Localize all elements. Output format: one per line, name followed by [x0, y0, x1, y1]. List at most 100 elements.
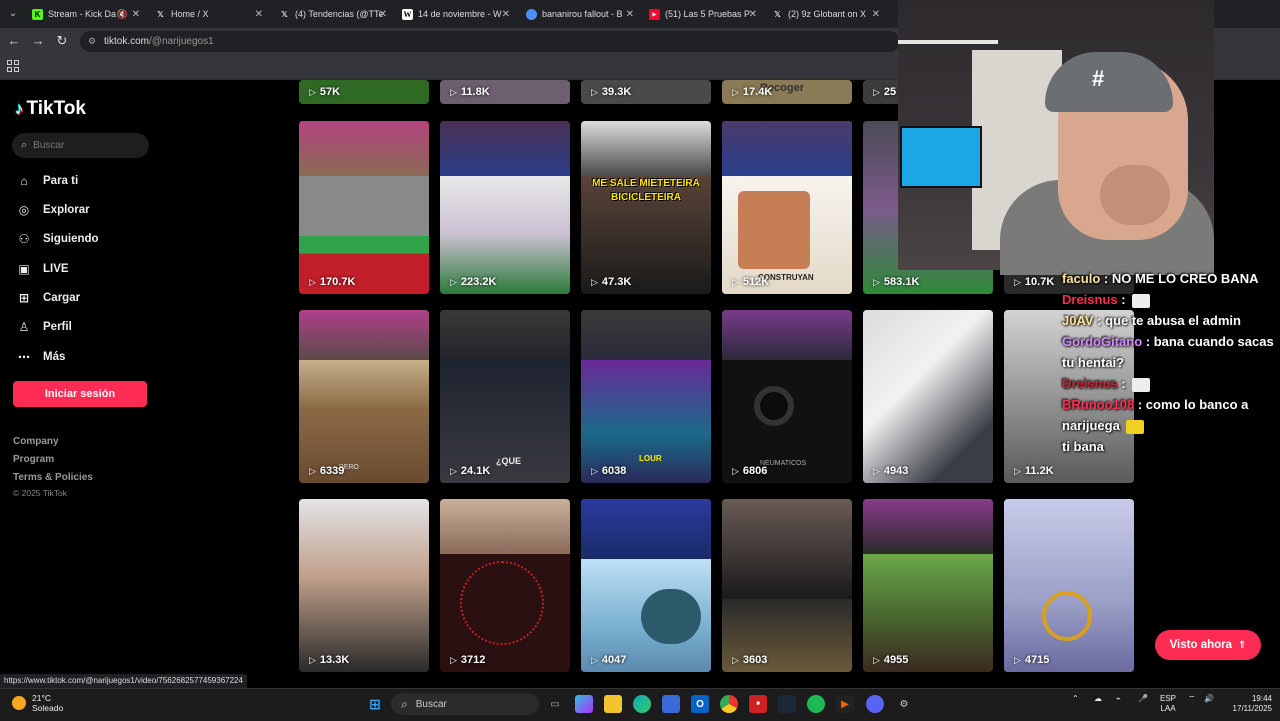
address-bar[interactable]: ⚙ tiktok.com/@narijuegos1	[80, 31, 900, 52]
close-tab-icon[interactable]: ✕	[502, 9, 510, 20]
browser-tab[interactable]: 𝕏 Home / X ✕	[155, 3, 265, 25]
nav-item-explorar[interactable]: ◎ Explorar	[16, 199, 90, 221]
chat-message: Dreisnus :	[1062, 373, 1280, 394]
video-card[interactable]: ▷ 39.3K	[581, 80, 711, 104]
profile-icon: ♙	[18, 320, 30, 334]
video-card[interactable]: ▷ 4955	[863, 499, 993, 672]
close-tab-icon[interactable]: ✕	[379, 9, 387, 20]
video-card[interactable]: ▷ 13.3K	[299, 499, 429, 672]
language-indicator[interactable]: ESP LAA	[1160, 694, 1176, 714]
outlook-icon[interactable]: O	[691, 695, 709, 713]
chat-username: Dreisnus	[1062, 376, 1118, 391]
video-thumbnail	[299, 121, 429, 176]
onedrive-icon[interactable]: ⌁	[1116, 694, 1121, 704]
video-card[interactable]: ¿QUE ▷ 24.1K	[440, 310, 570, 483]
file-explorer-icon[interactable]	[604, 695, 622, 713]
chrome-icon[interactable]	[720, 695, 738, 713]
tab-label: Home / X	[171, 9, 209, 19]
browser-tab[interactable]: K Stream - Kick Da 🔇 ✕	[32, 3, 142, 25]
spotify-icon[interactable]	[807, 695, 825, 713]
nav-item-siguiendo[interactable]: ⚇ Siguiendo	[16, 228, 99, 250]
apps-grid-icon[interactable]	[7, 60, 19, 72]
nav-item-mas[interactable]: ⋯ Más	[16, 346, 65, 368]
tab-search-chevron-icon[interactable]: ⌄	[5, 6, 21, 22]
browser-tab[interactable]: 𝕏 (2) 9z Globant on X ✕	[772, 3, 882, 25]
discord-icon[interactable]	[866, 695, 884, 713]
taskbar-search[interactable]: ⌕ Buscar	[391, 693, 539, 715]
date: 17/11/2025	[1232, 704, 1272, 713]
close-tab-icon[interactable]: ✕	[132, 9, 140, 20]
video-card[interactable]: Recoger ▷ 17.4K	[722, 80, 852, 104]
tray-chevron-icon[interactable]: ⌃	[1072, 694, 1079, 704]
search-input[interactable]: ⌕ Buscar	[12, 133, 149, 158]
nav-item-live[interactable]: ▣ LIVE	[16, 258, 68, 280]
play-icon: ▷	[591, 276, 598, 287]
browser-tab[interactable]: ▶ (51) Las 5 Pruebas P ✕	[649, 3, 759, 25]
back-icon[interactable]: ←	[6, 33, 22, 49]
copilot-icon[interactable]	[575, 695, 593, 713]
play-icon: ▷	[873, 276, 880, 287]
video-card[interactable]: ME SALE MIETETEIRA BICICLETEIRA ▷ 47.3K	[581, 121, 711, 294]
chat-username: J0AV	[1062, 313, 1094, 328]
app-icon[interactable]: ■	[749, 695, 767, 713]
video-card[interactable]: ▷ 223.2K	[440, 121, 570, 294]
wifi-icon[interactable]: ⌔	[1188, 694, 1196, 704]
video-card[interactable]: ▷ 11.8K	[440, 80, 570, 104]
video-card[interactable]: ▷ 170.7K	[299, 121, 429, 294]
login-button[interactable]: Iniciar sesión	[13, 381, 147, 407]
browser-tab[interactable]: W 14 de noviembre - W ✕	[402, 3, 512, 25]
footer-link-program[interactable]: Program	[13, 454, 54, 465]
view-count-value: 6806	[742, 465, 768, 477]
visto-ahora-button[interactable]: Visto ahora ⇑	[1155, 630, 1261, 660]
store-icon[interactable]	[662, 695, 680, 713]
video-card[interactable]: ▷ 4047	[581, 499, 711, 672]
muted-icon[interactable]: 🔇	[117, 9, 128, 20]
app-icon[interactable]: ▶	[836, 695, 854, 713]
browser-tab[interactable]: bananirou fallout - B ✕	[526, 3, 636, 25]
footer-link-company[interactable]: Company	[13, 436, 59, 447]
video-card[interactable]: ▷ 3603	[722, 499, 852, 672]
steam-icon[interactable]	[778, 695, 796, 713]
view-count-value: 11.2K	[1024, 465, 1054, 477]
video-card[interactable]: ▷ 57K	[299, 80, 429, 104]
app-icon[interactable]: ⚙	[895, 695, 913, 713]
view-count-value: 3603	[742, 654, 768, 666]
video-card[interactable]: NEUMATICOS ▷ 6806	[722, 310, 852, 483]
view-count: ▷ 6339	[309, 465, 344, 477]
microphone-icon[interactable]: 🎤	[1138, 694, 1148, 704]
close-tab-icon[interactable]: ✕	[255, 9, 263, 20]
volume-icon[interactable]: 🔊	[1204, 694, 1214, 704]
network-icon[interactable]: ☁	[1094, 694, 1102, 704]
nav-item-cargar[interactable]: ⊞ Cargar	[16, 287, 80, 309]
tiktok-logo[interactable]: ♪ TikTok	[15, 98, 86, 120]
reload-icon[interactable]: ↻	[54, 33, 70, 49]
clock[interactable]: 19:44 17/11/2025	[1226, 694, 1272, 714]
video-overlay-text: LOUR	[639, 454, 662, 463]
video-card[interactable]: CONSTRUYAN ▷ 512K	[722, 121, 852, 294]
close-tab-icon[interactable]: ✕	[749, 9, 757, 20]
site-info-icon[interactable]: ⚙	[88, 36, 98, 46]
following-icon: ⚇	[18, 232, 30, 246]
video-thumbnail-scene	[299, 176, 429, 236]
forward-icon[interactable]: →	[30, 33, 46, 49]
windows-start-icon[interactable]: ⊞	[366, 695, 384, 713]
footer-link-terms[interactable]: Terms & Policies	[13, 472, 93, 483]
video-card[interactable]: ▷ 25	[863, 80, 898, 104]
chat-message: ti bana	[1062, 436, 1280, 457]
weather-widget[interactable]: 21°C Soleado	[12, 693, 63, 713]
close-tab-icon[interactable]: ✕	[626, 9, 634, 20]
live-icon: ▣	[18, 262, 30, 276]
video-card[interactable]: ▷ 4715	[1004, 499, 1134, 672]
video-card[interactable]: ▷ 3712	[440, 499, 570, 672]
nav-item-perfil[interactable]: ♙ Perfil	[16, 316, 72, 338]
task-view-icon[interactable]: ▭	[546, 695, 564, 713]
tab-label: bananirou fallout - B	[542, 9, 623, 19]
edge-icon[interactable]	[633, 695, 651, 713]
view-count: ▷ 4715	[1014, 654, 1049, 666]
nav-item-para-ti[interactable]: ⌂ Para ti	[16, 170, 78, 192]
video-card[interactable]: LOUR ▷ 6038	[581, 310, 711, 483]
close-tab-icon[interactable]: ✕	[872, 9, 880, 20]
video-card[interactable]: ▷ 4943	[863, 310, 993, 483]
video-card[interactable]: PERO ▷ 6339	[299, 310, 429, 483]
browser-tab[interactable]: 𝕏 (4) Tendencias (@TTe ✕	[279, 3, 389, 25]
